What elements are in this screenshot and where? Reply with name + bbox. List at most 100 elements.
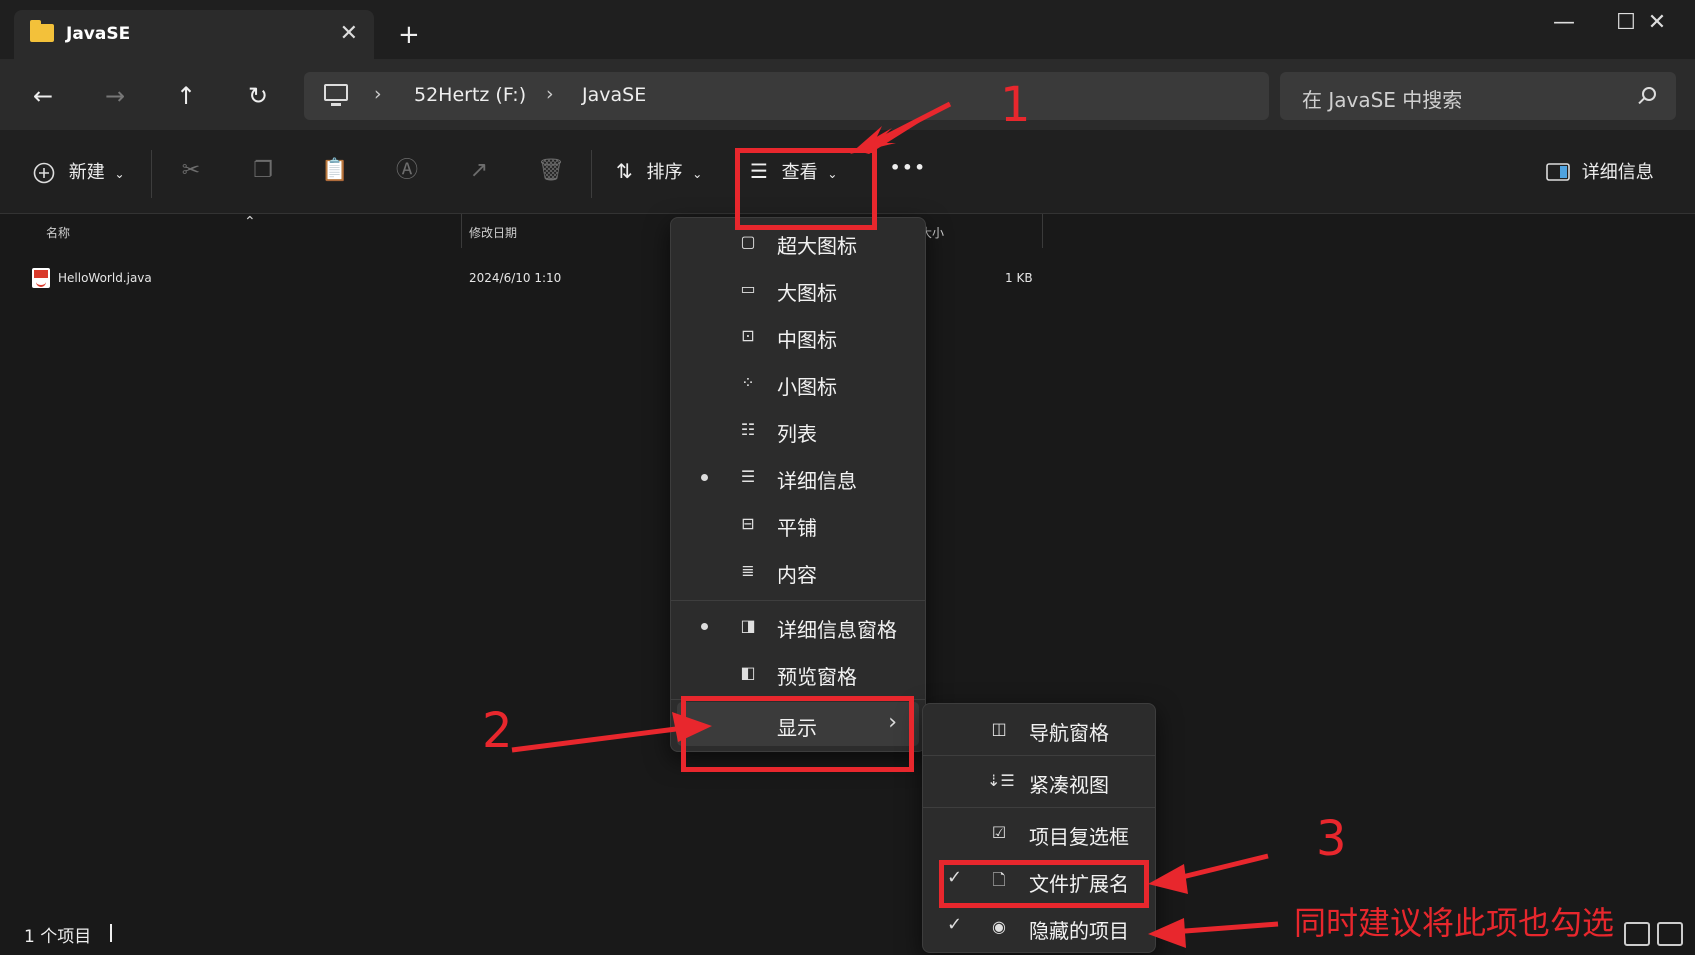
hidden-items-icon: ◉ xyxy=(992,917,1006,936)
preview-pane-icon: ◧ xyxy=(740,663,756,682)
details-pane-icon xyxy=(1546,162,1570,184)
submenu-separator xyxy=(923,807,1155,808)
menu-item-details-pane[interactable]: ◨ 详细信息窗格 xyxy=(671,604,925,648)
new-button[interactable]: 新建 ⌄ xyxy=(33,158,125,184)
menu-item-label: 详细信息 xyxy=(777,469,857,493)
submenu-item-item-checkboxes[interactable]: ☑ 项目复选框 xyxy=(923,810,1155,856)
plus-circle-icon xyxy=(33,162,55,184)
close-window-button[interactable]: ✕ xyxy=(1637,10,1677,35)
content-icon: ≣ xyxy=(741,561,755,580)
file-name: HelloWorld.java xyxy=(58,271,152,285)
annotation-step-1: 1 xyxy=(1000,77,1031,133)
breadcrumb-folder[interactable]: JavaSE xyxy=(582,84,646,106)
menu-item-label: 内容 xyxy=(777,563,817,587)
large-icons-icon: ▭ xyxy=(740,279,756,298)
menu-item-large-icons[interactable]: ▭ 大图标 xyxy=(671,267,925,311)
list-icon: ☷ xyxy=(740,420,756,439)
chevron-right-icon[interactable]: › xyxy=(374,83,382,105)
selected-bullet-icon xyxy=(701,474,708,481)
menu-separator xyxy=(671,600,925,601)
sort-icon: ⇅ xyxy=(616,159,633,183)
address-bar[interactable]: › 52Hertz (F:) › JavaSE xyxy=(304,72,1269,120)
large-icons-view-toggle-icon[interactable] xyxy=(1657,922,1683,946)
compact-view-icon: ⇣☰ xyxy=(987,771,1015,790)
tiles-icon: ⊟ xyxy=(741,514,755,533)
tab-javase[interactable]: JavaSE ✕ xyxy=(14,10,374,60)
chevron-right-icon[interactable]: › xyxy=(546,83,554,105)
details-view-toggle-icon[interactable] xyxy=(1624,922,1650,946)
up-button[interactable]: ↑ xyxy=(168,78,204,114)
folder-icon xyxy=(30,20,54,42)
menu-item-details[interactable]: ☰ 详细信息 xyxy=(671,455,925,499)
arrow-line-note xyxy=(1171,921,1279,935)
tab-close-icon[interactable]: ✕ xyxy=(340,21,358,46)
menu-item-label: 大图标 xyxy=(777,281,837,305)
search-box[interactable]: 在 JavaSE 中搜索 xyxy=(1280,72,1676,120)
file-size: 1 KB xyxy=(1005,271,1033,285)
this-pc-icon[interactable] xyxy=(324,84,348,106)
breadcrumb-drive[interactable]: 52Hertz (F:) xyxy=(414,84,526,106)
extra-large-icons-icon: ▢ xyxy=(740,232,756,251)
view-dropdown-menu: ▢ 超大图标 ▭ 大图标 ⊡ 中图标 ⁘ 小图标 ☷ 列表 ☰ 详细信息 ⊟ 平… xyxy=(670,217,926,752)
share-icon[interactable]: ↗ xyxy=(464,156,494,186)
table-row[interactable]: HelloWorld.java 2024/6/10 1:10 1 KB xyxy=(0,266,1100,292)
delete-icon[interactable]: 🗑 xyxy=(536,156,566,186)
rename-icon[interactable]: Ⓐ xyxy=(392,156,422,186)
file-modified: 2024/6/10 1:10 xyxy=(469,271,562,285)
menu-item-tiles[interactable]: ⊟ 平铺 xyxy=(671,502,925,546)
submenu-item-label: 隐藏的项目 xyxy=(1029,919,1129,943)
column-modified[interactable]: 修改日期 xyxy=(469,224,517,241)
search-icon[interactable] xyxy=(1642,87,1656,101)
annotation-box-show xyxy=(681,696,914,772)
more-options-button[interactable]: ••• xyxy=(890,158,927,177)
navigation-pane-icon: ◫ xyxy=(991,719,1007,738)
submenu-separator xyxy=(923,755,1155,756)
sort-ascending-icon: ⌃ xyxy=(244,214,256,230)
menu-item-list[interactable]: ☷ 列表 xyxy=(671,408,925,452)
submenu-item-navigation-pane[interactable]: ◫ 导航窗格 xyxy=(923,706,1155,752)
submenu-item-hidden-items[interactable]: ✓ ◉ 隐藏的项目 xyxy=(923,904,1155,950)
submenu-item-compact-view[interactable]: ⇣☰ 紧凑视图 xyxy=(923,758,1155,804)
selected-bullet-icon xyxy=(701,623,708,630)
toolbar-divider xyxy=(591,150,592,198)
annotation-step-3: 3 xyxy=(1316,811,1347,867)
java-file-icon xyxy=(32,268,50,288)
menu-item-medium-icons[interactable]: ⊡ 中图标 xyxy=(671,314,925,358)
details-pane-icon: ◨ xyxy=(740,616,756,635)
copy-icon[interactable]: ❐ xyxy=(248,156,278,186)
cut-icon[interactable]: ✂ xyxy=(176,156,206,186)
paste-icon[interactable]: 📋 xyxy=(320,156,350,186)
submenu-item-label: 项目复选框 xyxy=(1029,825,1129,849)
minimize-button[interactable]: — xyxy=(1544,10,1584,35)
menu-item-preview-pane[interactable]: ◧ 预览窗格 xyxy=(671,651,925,695)
check-icon: ✓ xyxy=(947,914,963,935)
refresh-button[interactable]: ↻ xyxy=(240,78,276,114)
details-pane-button[interactable]: 详细信息 xyxy=(1546,158,1654,184)
menu-item-label: 预览窗格 xyxy=(777,665,857,689)
menu-item-label: 小图标 xyxy=(777,375,837,399)
new-tab-button[interactable]: + xyxy=(398,20,420,50)
back-button[interactable]: ← xyxy=(25,78,61,114)
menu-item-label: 超大图标 xyxy=(777,234,857,258)
menu-item-content[interactable]: ≣ 内容 xyxy=(671,549,925,593)
small-icons-icon: ⁘ xyxy=(741,373,755,392)
details-icon: ☰ xyxy=(740,467,756,486)
sort-button[interactable]: ⇅ 排序 ⌄ xyxy=(616,158,702,184)
sort-label: 排序 xyxy=(646,162,683,183)
navigation-bar: ← → ↑ ↻ › 52Hertz (F:) › JavaSE 在 JavaSE… xyxy=(0,60,1695,130)
column-divider[interactable] xyxy=(1042,214,1043,248)
text-caret xyxy=(110,924,112,942)
details-pane-label: 详细信息 xyxy=(1581,162,1654,183)
column-divider[interactable] xyxy=(461,214,462,248)
menu-item-small-icons[interactable]: ⁘ 小图标 xyxy=(671,361,925,405)
arrow-line-2 xyxy=(511,725,685,753)
status-item-count: 1 个项目 xyxy=(24,927,92,947)
item-checkboxes-icon: ☑ xyxy=(991,823,1007,842)
tab-title: JavaSE xyxy=(66,24,131,44)
column-name[interactable]: 名称 xyxy=(46,224,70,241)
forward-button[interactable]: → xyxy=(97,78,133,114)
arrow-line-3 xyxy=(1169,853,1269,883)
submenu-item-label: 导航窗格 xyxy=(1029,721,1109,745)
menu-item-label: 中图标 xyxy=(777,328,837,352)
menu-item-label: 列表 xyxy=(777,422,817,446)
